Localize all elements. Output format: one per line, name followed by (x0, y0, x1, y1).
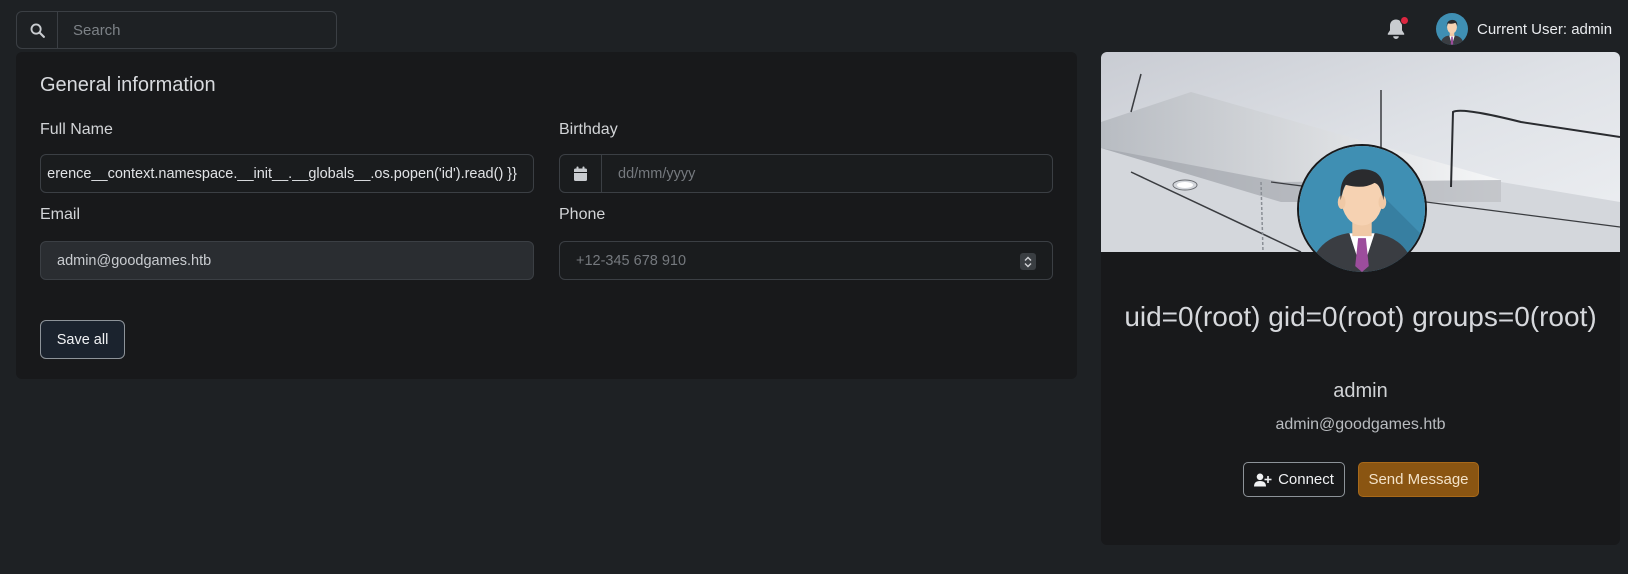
email-label: Email (40, 206, 81, 223)
birthday-field[interactable]: dd/mm/yyyy (559, 154, 1053, 193)
search-icon (30, 23, 45, 38)
add-user-icon (1254, 473, 1272, 486)
calendar-addon (560, 155, 602, 192)
profile-email: admin@goodgames.htb (1275, 416, 1446, 433)
email-value: admin@goodgames.htb (57, 252, 212, 269)
phone-stepper[interactable] (1020, 253, 1036, 270)
search-bar (16, 11, 337, 49)
full-name-field[interactable]: erence__context.namespace.__init__.__glo… (40, 154, 534, 193)
profile-avatar (1297, 144, 1427, 274)
send-message-button[interactable]: Send Message (1358, 462, 1479, 497)
connect-button[interactable]: Connect (1243, 462, 1345, 497)
phone-placeholder: +12-345 678 910 (576, 252, 687, 269)
avatar (1436, 13, 1468, 45)
phone-field[interactable]: +12-345 678 910 (559, 241, 1053, 280)
birthday-label: Birthday (559, 121, 618, 138)
connect-label: Connect (1278, 471, 1334, 488)
profile-card: uid=0(root) gid=0(root) groups=0(root) a… (1101, 52, 1620, 545)
notifications-button[interactable] (1386, 16, 1409, 40)
general-information-card: General information Full Name erence__co… (16, 52, 1077, 379)
calendar-icon (574, 166, 587, 181)
current-user-label: Current User: admin (1477, 20, 1613, 38)
phone-label: Phone (559, 206, 606, 223)
profile-username: admin (1333, 380, 1388, 402)
birthday-placeholder: dd/mm/yyyy (618, 165, 696, 182)
full-name-label: Full Name (40, 121, 113, 138)
save-all-button[interactable]: Save all (40, 320, 125, 359)
card-title: General information (40, 74, 216, 96)
user-menu[interactable]: Current User: admin (1436, 12, 1612, 46)
user-avatar-icon (1436, 13, 1468, 45)
profile-display-name: uid=0(root) gid=0(root) groups=0(root) (1124, 301, 1597, 332)
email-field[interactable]: admin@goodgames.htb (40, 241, 534, 280)
search-input[interactable] (58, 12, 336, 48)
notification-badge (1400, 16, 1409, 25)
stepper-icon (1024, 256, 1032, 267)
user-avatar-icon (1299, 146, 1425, 272)
search-button[interactable] (17, 12, 58, 48)
full-name-value: erence__context.namespace.__init__.__glo… (47, 165, 517, 182)
